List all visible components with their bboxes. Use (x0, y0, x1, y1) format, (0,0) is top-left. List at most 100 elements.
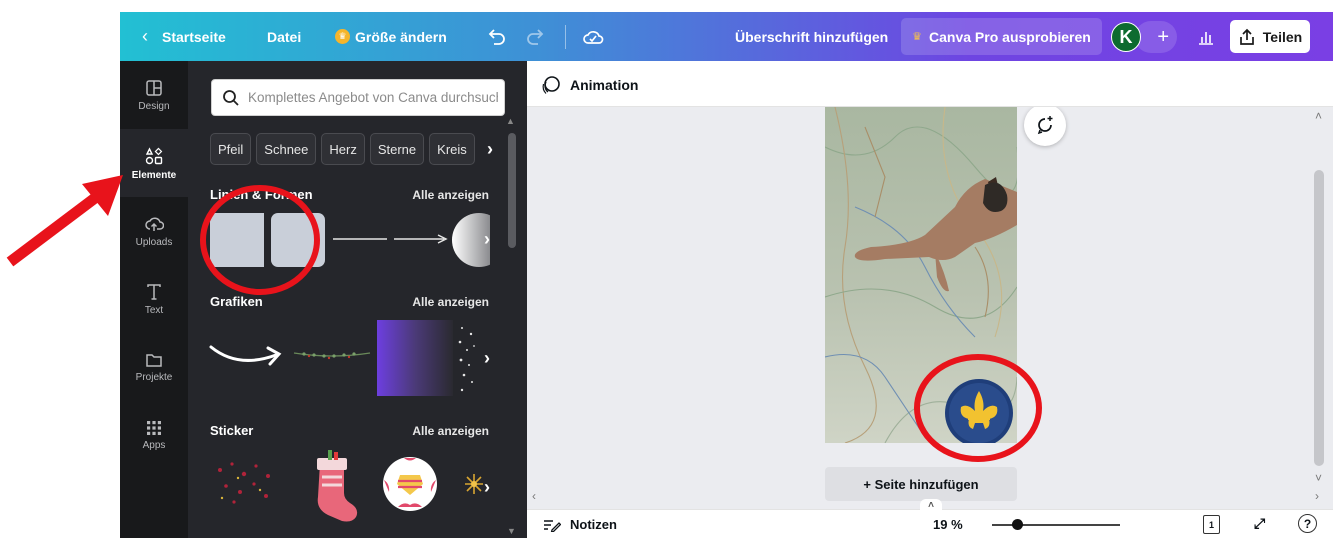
rail-label: Apps (142, 439, 166, 451)
folder-icon (146, 353, 162, 367)
add-heading-button[interactable]: Überschrift hinzufügen (735, 12, 888, 61)
arrow-line-shape[interactable] (392, 231, 450, 247)
show-all-graphics-link[interactable]: Alle anzeigen (412, 295, 489, 309)
line-shape[interactable] (331, 231, 389, 247)
add-heading-label: Überschrift hinzufügen (735, 28, 889, 45)
chevron-left-icon: ‹ (142, 26, 148, 46)
zoom-value[interactable]: 19 % (933, 517, 963, 532)
soccer-ball-sticker[interactable] (381, 455, 439, 513)
avatar[interactable]: K (1111, 22, 1141, 52)
top-menu-bar: ‹ Startseite Datei ♛ Größe ändern Übersc… (120, 12, 1333, 61)
chevron-up-icon: ˄ (928, 500, 934, 511)
bottom-status-bar: ˄ Notizen 19 % 1 ⤢ ? (527, 499, 1333, 538)
zoom-slider-handle[interactable] (1012, 519, 1024, 530)
help-icon[interactable]: ? (1298, 514, 1317, 533)
add-page-button[interactable]: + Seite hinzufügen (825, 467, 1017, 501)
home-label: Startseite (162, 28, 226, 45)
red-arrow-annotation (6, 175, 123, 267)
rail-item-design[interactable]: Design (120, 61, 188, 129)
undo-button[interactable] (486, 12, 506, 61)
animation-button[interactable]: Animation (541, 75, 638, 95)
search-input[interactable] (248, 90, 498, 105)
canva-pro-label: Canva Pro ausprobieren (929, 28, 1091, 45)
confetti-sticker[interactable] (210, 456, 282, 508)
gradient-square-graphic[interactable] (377, 320, 453, 396)
notes-button[interactable]: Notizen (543, 517, 617, 532)
side-navigation: Design Elemente Uploads Text Projekte Ap… (120, 61, 188, 538)
chevron-right-icon[interactable]: › (480, 139, 500, 159)
notes-label: Notizen (570, 517, 617, 532)
scroll-down-icon[interactable]: ▼ (507, 526, 516, 536)
animation-label: Animation (570, 77, 639, 93)
scroll-up-icon[interactable]: ˄ (1315, 109, 1322, 123)
cloud-check-icon (583, 30, 604, 44)
rail-label: Text (144, 304, 164, 316)
file-menu-button[interactable]: Datei (267, 12, 301, 61)
insights-button[interactable] (1197, 12, 1215, 61)
crown-icon: ♛ (912, 31, 923, 43)
fullscreen-icon[interactable]: ⤢ (1254, 515, 1265, 532)
redo-icon (527, 28, 544, 45)
chip-pfeil[interactable]: Pfeil (210, 133, 252, 165)
search-icon (223, 89, 239, 106)
file-label: Datei (267, 28, 302, 45)
regenerate-button[interactable] (1024, 107, 1066, 146)
refresh-sparkle-icon (1037, 116, 1053, 135)
share-label: Teilen (1262, 28, 1303, 45)
show-all-stickers-link[interactable]: Alle anzeigen (412, 424, 489, 438)
curved-arrow-graphic[interactable] (208, 337, 290, 371)
divider (565, 12, 566, 61)
rail-item-text[interactable]: Text (120, 265, 188, 333)
chevron-right-icon[interactable]: › (477, 229, 497, 249)
chip-kreis[interactable]: Kreis (429, 133, 475, 165)
undo-icon (488, 28, 505, 45)
rail-item-projects[interactable]: Projekte (120, 333, 188, 401)
crown-icon: ♛ (335, 29, 350, 44)
redo-button[interactable] (526, 12, 546, 61)
keyword-chips: Pfeil Schnee Herz Sterne Kreis (210, 133, 491, 167)
rail-item-apps[interactable]: Apps (120, 401, 188, 469)
red-circle-annotation-shapes (200, 185, 320, 295)
home-button[interactable]: ‹ Startseite (142, 12, 226, 61)
scroll-up-icon[interactable]: ▲ (506, 116, 515, 126)
search-box[interactable] (211, 79, 505, 116)
chevron-right-icon[interactable]: › (477, 477, 497, 497)
avatar-initial: K (1119, 26, 1133, 47)
scroll-left-icon[interactable]: ‹ (532, 489, 536, 503)
scroll-right-icon[interactable]: › (1315, 489, 1319, 503)
chip-herz[interactable]: Herz (321, 133, 365, 165)
red-circle-annotation-logo (914, 354, 1042, 462)
grid-icon (147, 420, 161, 435)
show-all-lines-shapes-link[interactable]: Alle anzeigen (412, 188, 489, 202)
plus-icon: + (1157, 25, 1169, 48)
text-icon (147, 283, 161, 300)
share-icon (1239, 28, 1254, 45)
canva-pro-button[interactable]: ♛ Canva Pro ausprobieren (901, 18, 1102, 55)
page-count: 1 (1208, 519, 1214, 530)
section-title-stickers: Sticker (210, 423, 254, 438)
chip-sterne[interactable]: Sterne (369, 133, 425, 165)
scroll-down-icon[interactable]: ˅ (1315, 471, 1322, 485)
resize-label: Größe ändern (355, 28, 447, 45)
notes-icon (544, 519, 561, 532)
show-pages-button[interactable]: ˄ (920, 499, 942, 513)
chevron-right-icon[interactable]: › (477, 348, 497, 368)
page-count-button[interactable]: 1 (1203, 515, 1220, 534)
add-collaborator-button[interactable]: + (1135, 21, 1177, 53)
canva-editor-screenshot: ‹ Startseite Datei ♛ Größe ändern Übersc… (0, 0, 1333, 538)
canvas-scrollbar[interactable] (1314, 170, 1324, 466)
garland-graphic[interactable] (292, 343, 372, 367)
cloud-save-button[interactable] (582, 12, 604, 61)
resize-button[interactable]: ♛ Größe ändern (335, 12, 447, 61)
layout-icon (146, 79, 162, 96)
rail-label: Design (138, 100, 170, 112)
christmas-stocking-sticker[interactable] (302, 449, 364, 525)
animation-icon (542, 76, 560, 94)
bar-chart-icon (1199, 31, 1213, 45)
chip-schnee[interactable]: Schnee (256, 133, 317, 165)
editor-toolbar: Animation (527, 61, 1333, 107)
rail-label: Projekte (135, 371, 173, 383)
panel-scrollbar[interactable] (508, 133, 516, 248)
add-page-label: + Seite hinzufügen (863, 476, 979, 492)
share-button[interactable]: Teilen (1230, 20, 1310, 53)
